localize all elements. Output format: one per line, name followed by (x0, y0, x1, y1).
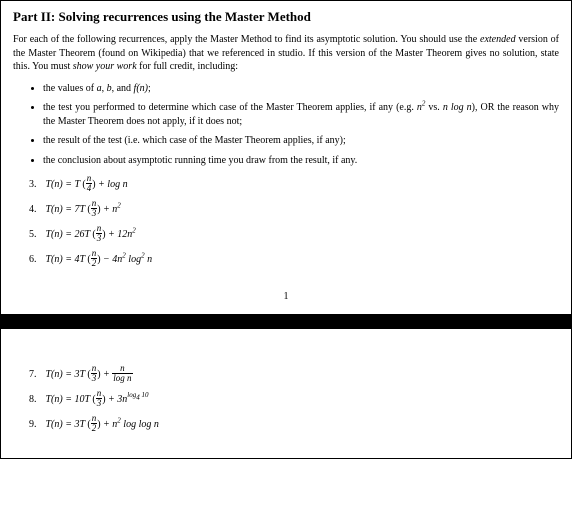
intro-text: For each of the following recurrences, a… (13, 34, 480, 45)
problem-6: 6. T(n) = 4T (n2) − 4n2 log2 n (29, 250, 559, 269)
bullet-conclusion: the conclusion about asymptotic running … (43, 154, 559, 168)
bullet-text: vs. (425, 102, 442, 113)
problem-3: 3. T(n) = T (n4) + log n (29, 175, 559, 194)
problem-5: 5. T(n) = 26T (n3) + 12n2 (29, 225, 559, 244)
bullet-result: the result of the test (i.e. which case … (43, 134, 559, 148)
fraction: n3 (91, 199, 98, 218)
page-separator (0, 315, 572, 329)
bullet-text: the test you performed to determine whic… (43, 102, 417, 113)
fraction: n3 (96, 389, 103, 408)
page-1: Part II: Solving recurrences using the M… (0, 0, 572, 315)
fraction: n2 (91, 414, 98, 433)
problem-number: 8. (29, 392, 43, 407)
intro-italic-2: show your work (73, 61, 137, 72)
fraction: n4 (86, 174, 93, 193)
problem-4: 4. T(n) = 7T (n3) + n2 (29, 200, 559, 219)
page-2: 7. T(n) = 3T (n3) + nlog n 8. T(n) = 10T… (0, 329, 572, 459)
problems-list-page2: 7. T(n) = 3T (n3) + nlog n 8. T(n) = 10T… (13, 365, 559, 434)
intro-text-3: for full credit, including: (137, 61, 238, 72)
bullet-text: , and (112, 83, 134, 94)
problem-number: 3. (29, 177, 43, 192)
intro-paragraph: For each of the following recurrences, a… (13, 33, 559, 74)
recurrence: T(n) = 3T (n2) + n2 log log n (46, 419, 159, 430)
bullet-text: ; (148, 83, 151, 94)
recurrence: T(n) = T (n4) + log n (46, 179, 128, 190)
bullet-test: the test you performed to determine whic… (43, 101, 559, 128)
problem-9: 9. T(n) = 3T (n2) + n2 log log n (29, 415, 559, 434)
fraction: n2 (91, 249, 98, 268)
recurrence: T(n) = 26T (n3) + 12n2 (46, 229, 136, 240)
recurrence: T(n) = 7T (n3) + n2 (46, 204, 121, 215)
problem-number: 6. (29, 252, 43, 267)
page-number: 1 (13, 291, 559, 302)
problem-number: 9. (29, 417, 43, 432)
problem-7: 7. T(n) = 3T (n3) + nlog n (29, 365, 559, 384)
math-a: a (97, 83, 102, 94)
recurrence: T(n) = 10T (n3) + 3nlog4 10 (46, 394, 149, 405)
math-fn: f(n) (134, 83, 148, 94)
problem-number: 4. (29, 202, 43, 217)
section-title: Part II: Solving recurrences using the M… (13, 9, 559, 25)
problem-8: 8. T(n) = 10T (n3) + 3nlog4 10 (29, 390, 559, 409)
fraction: n3 (91, 364, 98, 383)
requirements-list: the values of a, b, and f(n); the test y… (13, 82, 559, 168)
problems-list-page1: 3. T(n) = T (n4) + log n 4. T(n) = 7T (n… (13, 175, 559, 269)
math-nlogn: n log n (443, 102, 472, 113)
intro-italic-1: extended (480, 34, 516, 45)
bullet-text: the values of (43, 83, 97, 94)
bullet-values: the values of a, b, and f(n); (43, 82, 559, 96)
recurrence: T(n) = 3T (n3) + nlog n (46, 369, 133, 380)
problem-number: 5. (29, 227, 43, 242)
problem-number: 7. (29, 367, 43, 382)
fraction-tail: nlog n (112, 364, 132, 383)
recurrence: T(n) = 4T (n2) − 4n2 log2 n (46, 254, 153, 265)
fraction: n3 (96, 224, 103, 243)
